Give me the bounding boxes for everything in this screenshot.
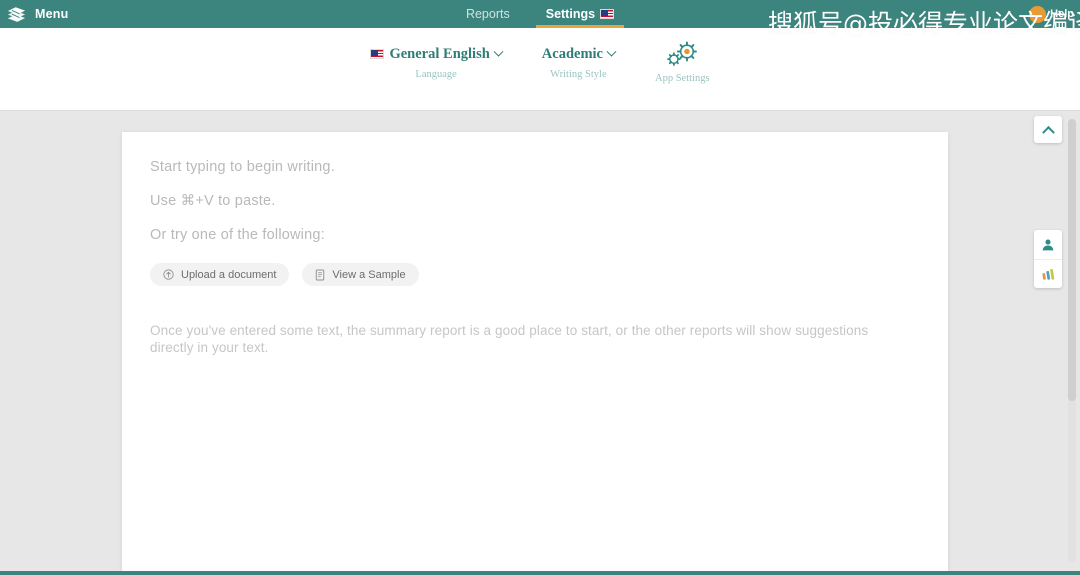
editor-workspace: Start typing to begin writing. Use ⌘+V t…	[0, 111, 1080, 571]
editor-hint-text: Once you've entered some text, the summa…	[150, 323, 869, 356]
writing-style-selector[interactable]: Academic Writing Style	[541, 46, 617, 80]
language-caption: Language	[415, 68, 457, 80]
collapse-panel-button[interactable]	[1034, 116, 1062, 143]
us-flag-icon	[370, 49, 385, 60]
language-value: General English	[389, 46, 490, 62]
tab-settings-label: Settings	[545, 7, 596, 21]
writing-style-caption: Writing Style	[550, 68, 607, 80]
upload-a-document-label: Upload a document	[181, 268, 277, 281]
statistics-button[interactable]	[1034, 259, 1062, 288]
upload-a-document-button[interactable]: Upload a document	[150, 263, 290, 286]
bottom-accent-strip	[0, 571, 1080, 575]
vertical-scrollbar[interactable]	[1068, 119, 1076, 563]
editor-action-buttons: Upload a document View a Sample	[150, 263, 920, 286]
language-selector[interactable]: General English Language	[370, 46, 504, 80]
top-header-bar: Menu Reports Settings Help	[0, 0, 1080, 28]
upload-circle-icon	[163, 269, 174, 280]
top-navigation: Reports Settings	[0, 0, 1080, 28]
us-flag-icon	[600, 9, 615, 19]
view-a-sample-button[interactable]: View a Sample	[302, 263, 419, 286]
writing-style-value: Academic	[541, 46, 603, 62]
view-a-sample-label: View a Sample	[332, 268, 406, 281]
person-icon	[1042, 238, 1054, 250]
right-rail-toolbar	[1034, 230, 1062, 288]
placeholder-line-3: Or try one of the following:	[150, 227, 325, 243]
scrollbar-thumb[interactable]	[1068, 119, 1076, 401]
document-icon	[316, 269, 325, 280]
settings-sub-bar: General English Language Academic Writin…	[0, 28, 1080, 111]
tab-reports[interactable]: Reports	[462, 0, 514, 28]
language-value-row: General English	[370, 46, 504, 62]
app-settings-button[interactable]: App Settings	[655, 41, 710, 84]
gears-icon	[667, 41, 698, 66]
help-button[interactable]: Help	[1029, 0, 1074, 28]
writing-style-value-row: Academic	[541, 46, 617, 62]
tab-settings[interactable]: Settings	[535, 0, 625, 28]
chevron-down-icon	[606, 46, 617, 57]
placeholder-line-2: Use ⌘+V to paste.	[150, 193, 276, 209]
document-page[interactable]: Start typing to begin writing. Use ⌘+V t…	[122, 132, 948, 571]
help-circle-icon	[1029, 5, 1047, 23]
chevron-up-icon	[1041, 125, 1055, 139]
app-settings-caption: App Settings	[654, 73, 710, 84]
document-content: Start typing to begin writing. Use ⌘+V t…	[122, 132, 948, 384]
account-button[interactable]	[1034, 230, 1062, 259]
help-label: Help	[1050, 8, 1074, 20]
chevron-down-icon	[493, 46, 504, 57]
placeholder-line-1: Start typing to begin writing.	[150, 159, 335, 175]
tab-reports-label: Reports	[465, 7, 510, 21]
app-root: Menu Reports Settings Help General Engli…	[0, 0, 1080, 575]
bar-chart-icon	[1041, 268, 1054, 280]
